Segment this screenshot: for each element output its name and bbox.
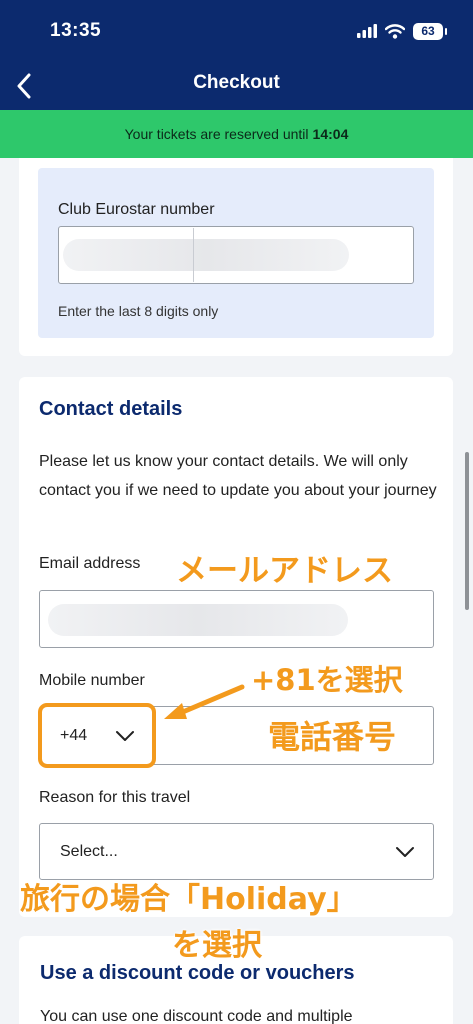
redacted-value <box>63 239 349 271</box>
reservation-time: 14:04 <box>312 126 349 142</box>
reason-select[interactable]: Select... <box>39 823 434 880</box>
status-bar: 13:35 63 <box>0 0 473 60</box>
club-eurostar-input[interactable] <box>58 226 414 284</box>
annotation-holiday: 旅行の場合「Holiday」 <box>20 882 357 917</box>
wifi-icon <box>385 23 405 39</box>
redacted-value <box>48 604 348 636</box>
cellular-signal-icon <box>357 24 377 38</box>
contact-details-card: Contact details Please let us know your … <box>19 377 453 917</box>
annotation-arrow-icon <box>164 684 245 719</box>
club-eurostar-card: Club Eurostar number Enter the last 8 di… <box>19 158 453 356</box>
annotation-highlight-box <box>38 703 156 768</box>
status-icons: 63 <box>357 20 447 42</box>
email-field[interactable] <box>39 590 434 648</box>
contact-details-title: Contact details <box>39 398 183 420</box>
reason-select-value: Select... <box>60 842 118 860</box>
club-eurostar-hint: Enter the last 8 digits only <box>58 303 219 319</box>
club-eurostar-label: Club Eurostar number <box>58 201 215 218</box>
battery-icon: 63 <box>413 22 447 40</box>
status-time: 13:35 <box>50 20 102 41</box>
reservation-banner: Your tickets are reserved until 14:04 <box>0 110 473 158</box>
email-label: Email address <box>39 555 141 572</box>
reason-label: Reason for this travel <box>39 789 191 806</box>
discount-text: You can use one discount code and multip… <box>40 1008 353 1024</box>
annotation-select: を選択 <box>172 928 262 963</box>
input-divider <box>193 228 194 282</box>
club-eurostar-panel: Club Eurostar number Enter the last 8 di… <box>38 168 434 338</box>
chevron-down-icon <box>396 846 414 857</box>
scrollbar[interactable] <box>465 452 469 610</box>
mobile-label: Mobile number <box>39 672 145 689</box>
annotation-country-code: +81を選択 <box>251 663 403 697</box>
annotation-phone: 電話番号 <box>268 718 397 756</box>
contact-intro-text: Please let us know your contact details.… <box>39 453 437 499</box>
discount-title: Use a discount code or vouchers <box>40 962 355 984</box>
page-title: Checkout <box>193 72 280 93</box>
nav-bar: Checkout <box>0 60 473 110</box>
annotation-email: メールアドレス <box>176 553 393 589</box>
reservation-text: Your tickets are reserved until <box>124 126 309 142</box>
